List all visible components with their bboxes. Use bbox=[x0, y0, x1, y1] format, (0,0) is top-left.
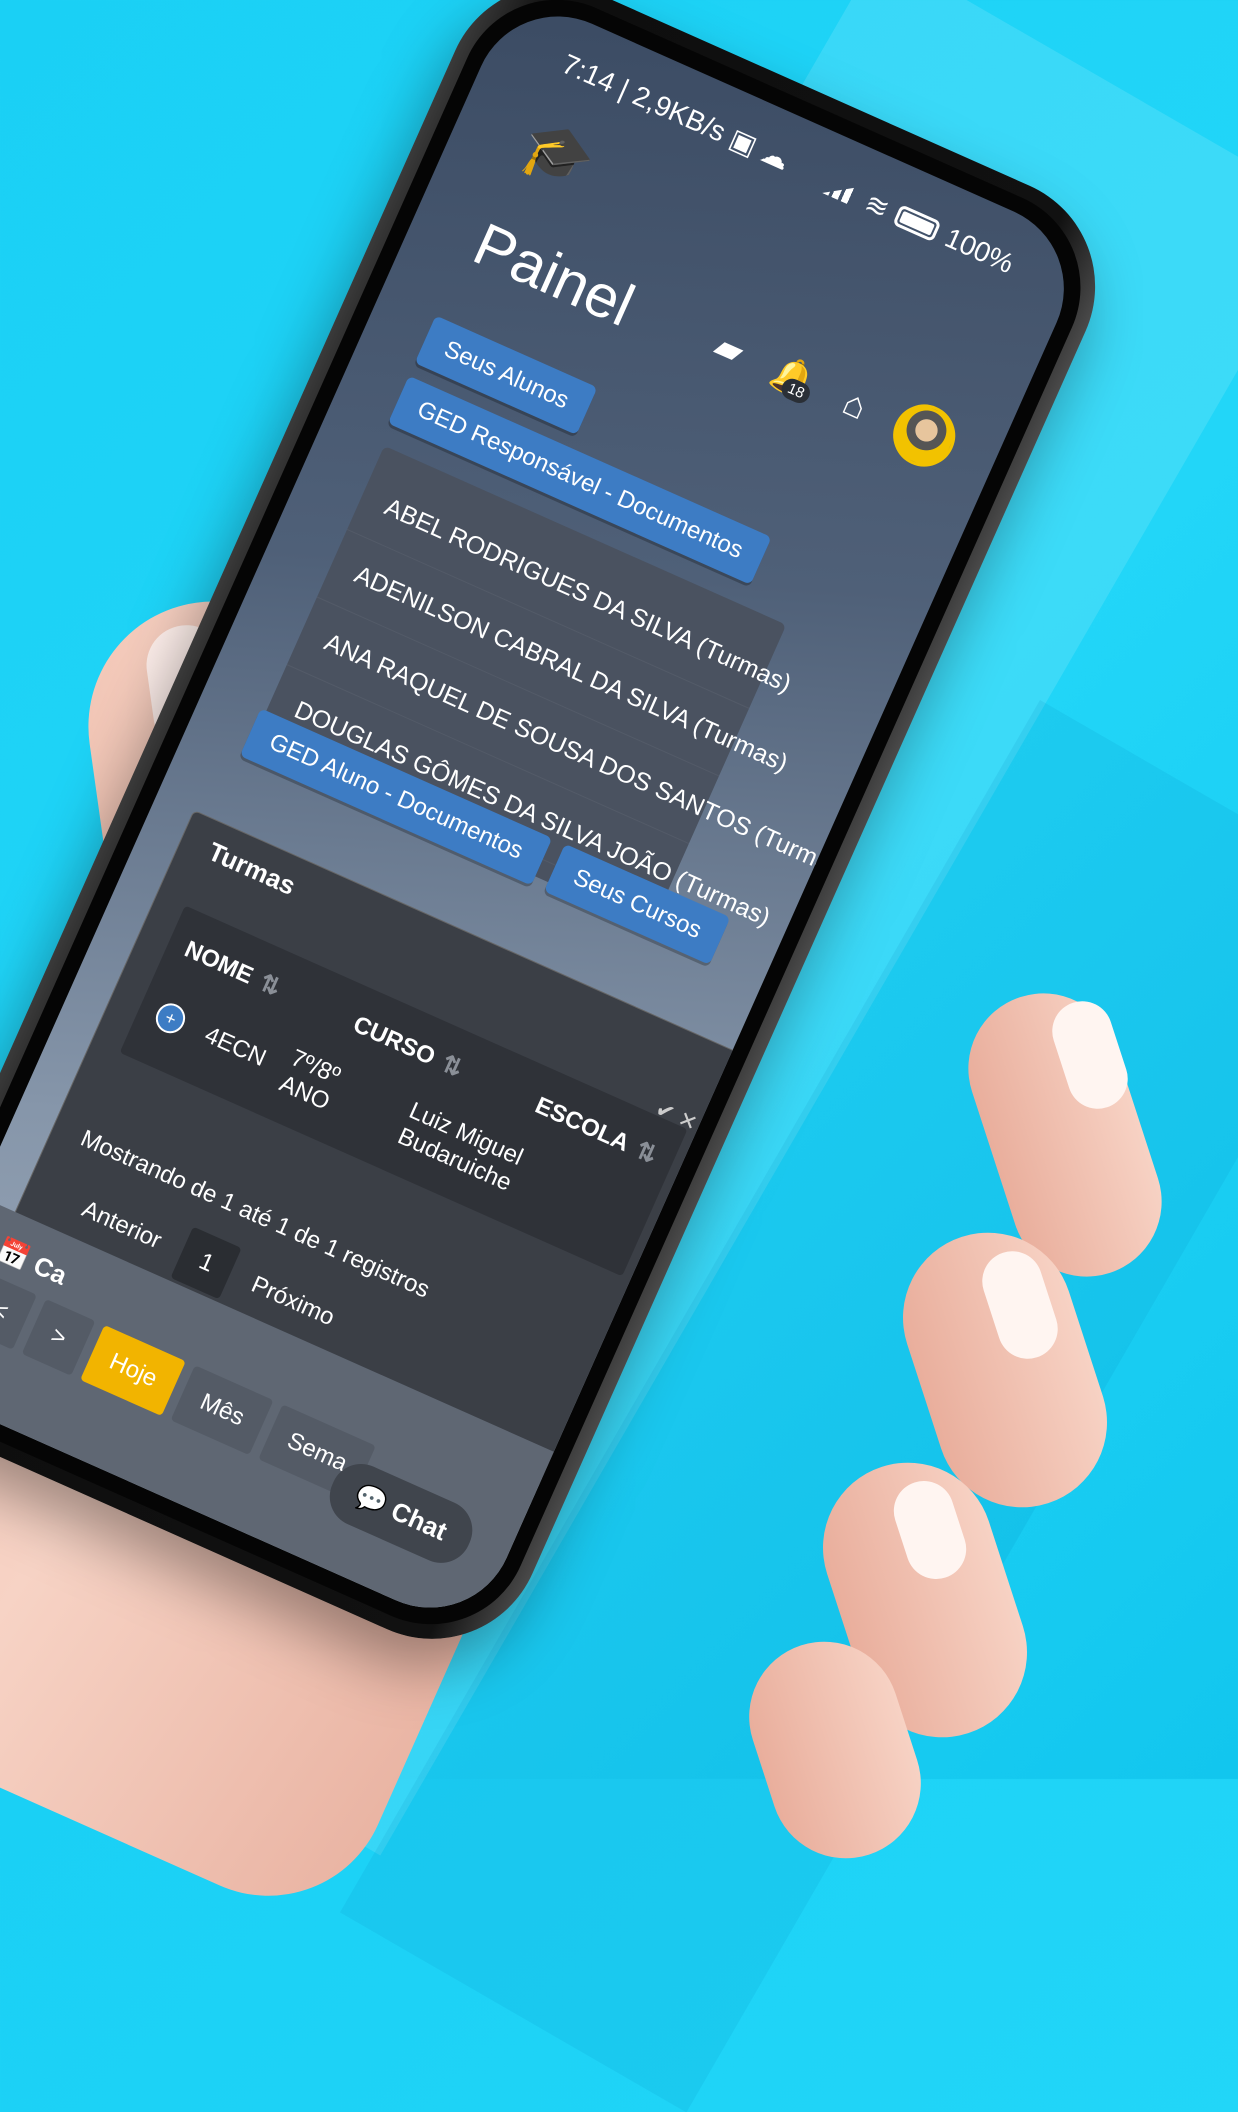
message-icon[interactable]: ▰ bbox=[708, 324, 750, 374]
nfc-icon: ▣ bbox=[724, 122, 762, 162]
cell-curso: 7º/8º ANO bbox=[275, 1044, 345, 1116]
calendar-icon: 📅 bbox=[0, 1233, 35, 1275]
signal-icon bbox=[822, 173, 862, 207]
sort-icon: ⇅ bbox=[437, 1050, 467, 1083]
wifi-icon: ≋ bbox=[860, 186, 895, 225]
sort-icon: ⇅ bbox=[631, 1136, 661, 1170]
page-title: Painel bbox=[464, 210, 644, 340]
calendar-next-button[interactable]: > bbox=[21, 1299, 96, 1376]
cell-nome: 4ECN bbox=[200, 1021, 271, 1073]
col-nome[interactable]: NOME⇅ bbox=[180, 935, 285, 1003]
turmas-table: NOME⇅ CURSO⇅ ESCOLA⇅ + 4ECN 7º/8º ANO Lu… bbox=[119, 905, 688, 1277]
status-speed: | 2,9KB/s bbox=[614, 73, 731, 148]
cloud-icon: ☁ bbox=[756, 136, 795, 177]
calendar-title: Ca bbox=[29, 1249, 72, 1291]
battery-percent: 100% bbox=[940, 221, 1019, 280]
col-curso[interactable]: CURSO⇅ bbox=[349, 1010, 467, 1084]
chat-icon: 💬 bbox=[350, 1479, 393, 1520]
chat-label: Chat bbox=[386, 1495, 452, 1547]
battery-icon bbox=[892, 204, 942, 243]
graduation-cap-icon[interactable]: 🎓 bbox=[511, 109, 605, 200]
expand-row-icon[interactable]: + bbox=[151, 998, 191, 1039]
home-icon[interactable]: ⌂ bbox=[836, 381, 874, 428]
avatar[interactable] bbox=[883, 394, 966, 477]
status-time: 7:14 bbox=[557, 48, 620, 99]
sort-icon: ⇅ bbox=[255, 969, 285, 1002]
notification-badge: 18 bbox=[778, 375, 814, 407]
turmas-title: Turmas bbox=[203, 836, 301, 901]
bell-icon[interactable]: 🔔 18 bbox=[764, 349, 822, 407]
